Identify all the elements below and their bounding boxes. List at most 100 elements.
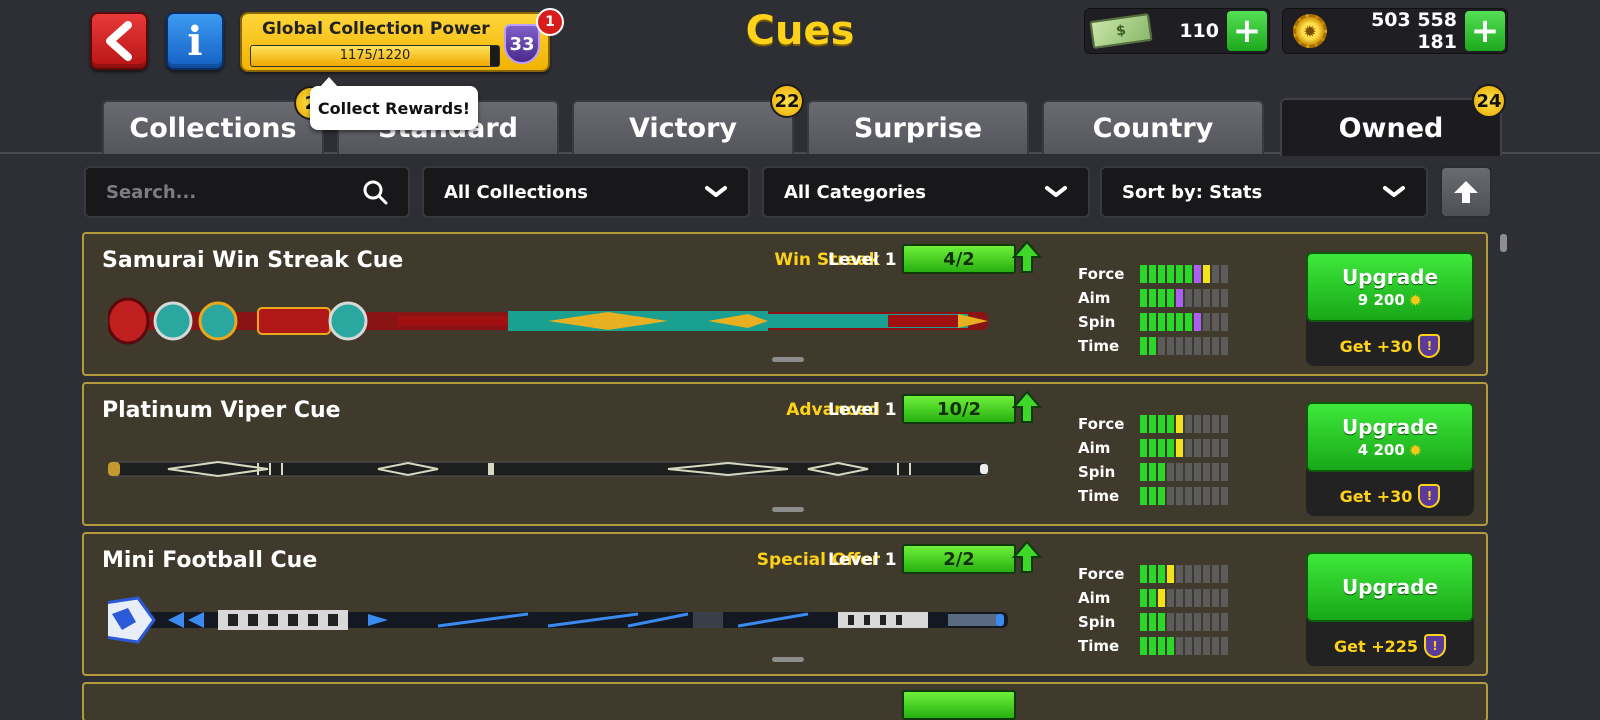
stat-segment	[1176, 589, 1183, 607]
coin-icon: ✹	[1293, 14, 1327, 48]
stat-segment	[1149, 565, 1156, 583]
stat-segment	[1185, 613, 1192, 631]
stat-segment	[1140, 637, 1147, 655]
power-title: Global Collection Power	[262, 19, 490, 39]
add-coins-button[interactable]: +	[1465, 11, 1505, 51]
upgrade-button[interactable]: Upgrade 4 200 ✹	[1306, 402, 1474, 472]
add-cash-button[interactable]: +	[1227, 11, 1267, 51]
stat-segment	[1221, 637, 1228, 655]
stat-label: Force	[1078, 415, 1125, 433]
stat-bars	[1140, 613, 1228, 631]
stat-segment	[1176, 265, 1183, 283]
cue-stats: Force Aim Spin Time	[1078, 412, 1228, 508]
tab-label: Surprise	[853, 112, 983, 144]
coin-gear-icon: ✹	[1408, 440, 1423, 460]
stat-segment	[1185, 289, 1192, 307]
tab-country[interactable]: Country	[1042, 100, 1264, 154]
cue-stats: Force Aim Spin Time	[1078, 262, 1228, 358]
info-button[interactable]: i	[166, 12, 224, 70]
stat-aim: Aim	[1078, 586, 1228, 610]
stat-segment	[1158, 589, 1165, 607]
upgrade-label: Upgrade	[1341, 264, 1439, 289]
collections-dropdown[interactable]: All Collections	[422, 166, 750, 218]
stat-segment	[1158, 613, 1165, 631]
collection-power-icon: !	[1418, 334, 1441, 358]
tab-collections[interactable]: Collections	[102, 100, 324, 154]
stat-segment	[1194, 337, 1201, 355]
sort-dropdown[interactable]: Sort by: Stats	[1100, 166, 1428, 218]
stat-segment	[1203, 313, 1210, 331]
cash-icon: $	[1089, 12, 1153, 50]
cue-card[interactable]	[82, 682, 1488, 720]
stat-segment	[1176, 439, 1183, 457]
stat-segment	[1167, 565, 1174, 583]
upgrade-reward: Get +30 !	[1306, 328, 1474, 364]
global-collection-power[interactable]: Global Collection Power 1175/1220 33 1	[240, 8, 564, 72]
cue-list[interactable]: Samurai Win Streak Cue Win Streak Level …	[82, 232, 1488, 720]
stat-segment	[1212, 313, 1219, 331]
cue-card[interactable]: Platinum Viper Cue Advanced Level 1 10/2…	[82, 382, 1488, 526]
stat-label: Time	[1078, 487, 1120, 505]
tab-owned[interactable]: Owned	[1280, 98, 1502, 156]
cash-balance: $ 110 +	[1084, 8, 1270, 54]
stat-segment	[1140, 265, 1147, 283]
stat-segment	[1167, 415, 1174, 433]
drag-handle[interactable]	[772, 657, 804, 662]
chevron-down-icon	[1383, 186, 1405, 197]
cue-card[interactable]: Mini Football Cue Special Offer Level 1 …	[82, 532, 1488, 676]
stat-bars	[1140, 265, 1228, 283]
stat-bars	[1140, 337, 1228, 355]
stat-segment	[1194, 415, 1201, 433]
stat-segment	[1185, 487, 1192, 505]
cue-level: Level 1	[828, 250, 897, 270]
upgrade-button[interactable]: Upgrade 9 200 ✹	[1306, 252, 1474, 322]
categories-dropdown[interactable]: All Categories	[762, 166, 1090, 218]
stat-segment	[1185, 589, 1192, 607]
stat-segment	[1212, 265, 1219, 283]
stat-segment	[1176, 613, 1183, 631]
stat-segment	[1176, 337, 1183, 355]
cash-value: 110	[1179, 20, 1219, 42]
stat-segment	[1176, 487, 1183, 505]
collect-rewards-tooltip[interactable]: Collect Rewards!	[310, 77, 478, 130]
stat-segment	[1212, 487, 1219, 505]
search-box[interactable]	[84, 166, 410, 218]
stat-segment	[1140, 487, 1147, 505]
stat-segment	[1185, 439, 1192, 457]
stat-label: Spin	[1078, 613, 1116, 631]
stat-segment	[1149, 265, 1156, 283]
level-up-arrow-icon	[1012, 390, 1042, 423]
stat-segment	[1149, 415, 1156, 433]
stat-segment	[1140, 289, 1147, 307]
cue-progress-bar: 2/2	[902, 544, 1016, 574]
stat-segment	[1203, 613, 1210, 631]
stat-segment	[1140, 613, 1147, 631]
tab-surprise[interactable]: Surprise	[807, 100, 1029, 154]
stat-time: Time	[1078, 334, 1228, 358]
back-button[interactable]	[90, 12, 148, 70]
upgrade-cost: 9 200 ✹	[1358, 291, 1422, 310]
stat-segment	[1167, 637, 1174, 655]
tab-badge-owned: 24	[1472, 84, 1506, 118]
cue-card[interactable]: Samurai Win Streak Cue Win Streak Level …	[82, 232, 1488, 376]
stat-label: Aim	[1078, 439, 1111, 457]
drag-handle[interactable]	[772, 357, 804, 362]
stat-segment	[1149, 463, 1156, 481]
tab-label: Collections	[129, 112, 297, 144]
drag-handle[interactable]	[772, 507, 804, 512]
tab-label: Victory	[628, 112, 738, 144]
list-scrollbar[interactable]	[1500, 234, 1507, 252]
search-input[interactable]	[106, 181, 362, 203]
stat-segment	[1221, 439, 1228, 457]
sort-direction-button[interactable]	[1440, 166, 1492, 218]
stat-segment	[1158, 637, 1165, 655]
stat-segment	[1167, 487, 1174, 505]
stat-spin: Spin	[1078, 460, 1228, 484]
upgrade-button[interactable]: Upgrade	[1306, 552, 1474, 622]
stat-segment	[1221, 613, 1228, 631]
stat-segment	[1212, 565, 1219, 583]
search-icon[interactable]	[362, 179, 388, 205]
notification-badge: 1	[536, 8, 564, 36]
upgrade-reward-text: Get +30	[1339, 486, 1413, 506]
tab-victory[interactable]: Victory	[572, 100, 794, 154]
